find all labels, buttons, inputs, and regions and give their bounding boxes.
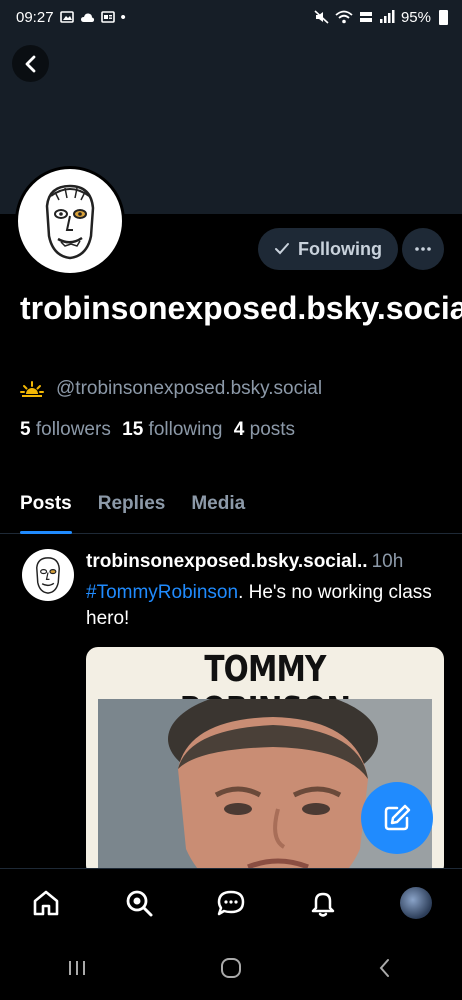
tab-media[interactable]: Media [191, 486, 245, 534]
back-icon[interactable] [373, 956, 397, 980]
followers-label: followers [35, 419, 111, 440]
followers-count: 5 [20, 419, 31, 440]
bell-icon [312, 892, 335, 917]
followers-stat[interactable]: 5 followers [20, 419, 111, 441]
lte-icon [359, 12, 372, 22]
posts-label: posts [249, 419, 296, 440]
check-icon [275, 243, 289, 255]
home-circle-icon[interactable] [219, 956, 243, 980]
following-stat[interactable]: 15 following [117, 419, 223, 441]
nav-notifications[interactable] [301, 881, 345, 925]
system-navigation [0, 936, 462, 1000]
compose-post-button[interactable] [361, 782, 433, 854]
profile-handle: @trobinsonexposed.bsky.social [56, 378, 323, 399]
profile-stats: 5 followers 15 following 4 posts [20, 419, 295, 441]
back-button[interactable] [12, 45, 49, 82]
nav-profile[interactable] [394, 881, 438, 925]
battery-percent: 95% [400, 8, 431, 26]
chevron-left-icon [25, 55, 35, 72]
cloud-icon [80, 12, 94, 22]
chat-icon [217, 890, 245, 915]
ellipsis-icon [415, 247, 431, 251]
more-options-button[interactable] [402, 228, 444, 270]
home-icon [33, 890, 59, 915]
search-icon [126, 890, 153, 916]
nav-home[interactable] [24, 881, 68, 925]
notification-dot: • [120, 8, 126, 26]
nav-search[interactable] [117, 881, 161, 925]
battery-icon [439, 9, 448, 25]
post-header: trobinsonexposed.bsky.social.. 10h [86, 551, 451, 573]
profile-tabs: Posts Replies Media [0, 486, 462, 534]
following-label: Following [298, 238, 382, 259]
status-right: 95% [314, 9, 448, 26]
display-name: trobinsonexposed.bsky.social [20, 290, 462, 326]
following-button[interactable]: Following [258, 228, 398, 270]
avatar-drawing [45, 184, 95, 260]
profile-avatar[interactable] [15, 166, 125, 276]
status-left: 09:27 • [16, 9, 126, 26]
signal-icon [379, 10, 395, 23]
post-time[interactable]: 10h [372, 551, 404, 573]
post-text: #TommyRobinson. He's no working class he… [86, 580, 446, 632]
status-bar: 09:27 • 95% [0, 0, 462, 34]
post-hashtag[interactable]: #TommyRobinson [86, 582, 238, 603]
status-time: 09:27 [16, 8, 54, 26]
following-stat-label: following [148, 419, 223, 440]
following-count: 15 [122, 419, 144, 440]
bottom-navigation [0, 868, 462, 936]
mute-icon [314, 10, 329, 24]
news-icon [100, 11, 115, 23]
tab-replies[interactable]: Replies [98, 486, 166, 534]
recents-icon[interactable] [65, 958, 89, 978]
post-author[interactable]: trobinsonexposed.bsky.social.. [86, 551, 368, 573]
posts-stat: 4 posts [228, 419, 295, 441]
handle-row: @trobinsonexposed.bsky.social [20, 378, 322, 400]
pencil-icon [384, 804, 411, 831]
wifi-icon [335, 10, 353, 24]
posts-count: 4 [233, 419, 245, 440]
post-author-avatar[interactable] [22, 549, 74, 601]
gallery-icon [59, 11, 74, 23]
avatar-drawing [36, 557, 60, 594]
profile-avatar [399, 886, 432, 919]
tab-posts[interactable]: Posts [20, 486, 72, 534]
sunrise-icon [20, 381, 44, 397]
nav-chat[interactable] [209, 881, 253, 925]
